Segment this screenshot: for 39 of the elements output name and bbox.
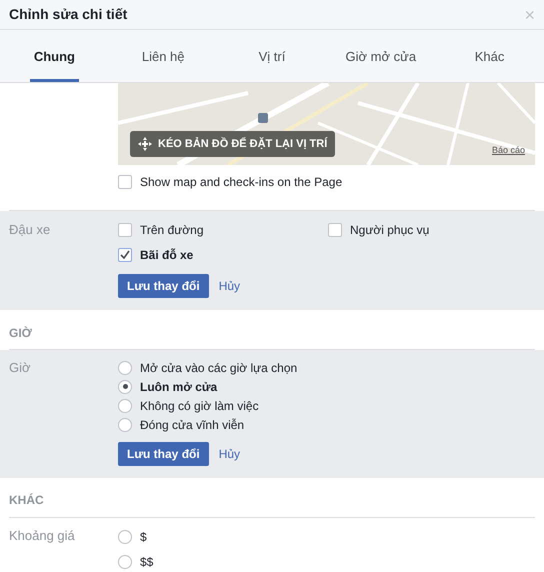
checkbox-label: Bãi đỗ xe	[140, 246, 194, 264]
tab[interactable]: Giờ mở cửa	[342, 30, 420, 82]
checkbox[interactable]	[118, 248, 132, 262]
report-link[interactable]: Báo cáo	[492, 144, 525, 158]
radio-label: Không có giờ làm việc	[140, 398, 259, 415]
drag-map-button[interactable]: KÉO BẢN ĐỒ ĐỂ ĐẶT LẠI VỊ TRÍ	[130, 131, 336, 158]
save-button[interactable]: Lưu thay đổi	[118, 442, 209, 466]
field-label: Giờ	[9, 359, 32, 378]
tab[interactable]: Chung	[30, 30, 79, 82]
checkbox-label: Show map and check-ins on the Page	[140, 174, 342, 191]
cancel-link[interactable]: Hủy	[218, 277, 240, 296]
radio-button[interactable]	[118, 380, 132, 394]
checkbox-label: Người phục vụ	[350, 222, 430, 239]
checkbox-label: Trên đường	[140, 222, 204, 239]
field-label: Đậu xe	[9, 221, 52, 240]
tab[interactable]: Liên hệ	[138, 30, 189, 82]
radio-label: $$	[140, 554, 154, 572]
checkmark-icon	[120, 250, 130, 260]
radio-button[interactable]	[118, 398, 132, 413]
radio-button[interactable]	[118, 360, 132, 375]
cancel-link[interactable]: Hủy	[218, 445, 240, 464]
radio-label: Luôn mở cửa	[140, 378, 218, 396]
section-heading: KHÁC	[9, 492, 44, 509]
tab[interactable]: Khác	[470, 30, 508, 82]
checkbox[interactable]	[328, 222, 342, 237]
radio-button[interactable]	[118, 555, 132, 570]
checkbox[interactable]	[118, 174, 132, 189]
section-heading: GIỜ	[9, 324, 32, 342]
radio-button[interactable]	[118, 418, 132, 432]
radio-button[interactable]	[118, 530, 132, 544]
save-button[interactable]: Lưu thay đổi	[118, 274, 209, 298]
tab[interactable]: Vị trí	[254, 30, 290, 82]
window-title: Chỉnh sửa chi tiết	[9, 5, 128, 24]
field-label: Khoảng giá	[9, 526, 76, 545]
checkbox[interactable]	[118, 222, 132, 237]
radio-label: $	[140, 529, 147, 546]
radio-label: Đóng cửa vĩnh viễn	[140, 416, 244, 434]
move-icon	[138, 137, 152, 152]
radio-label: Mở cửa vào các giờ lựa chọn	[140, 360, 298, 377]
